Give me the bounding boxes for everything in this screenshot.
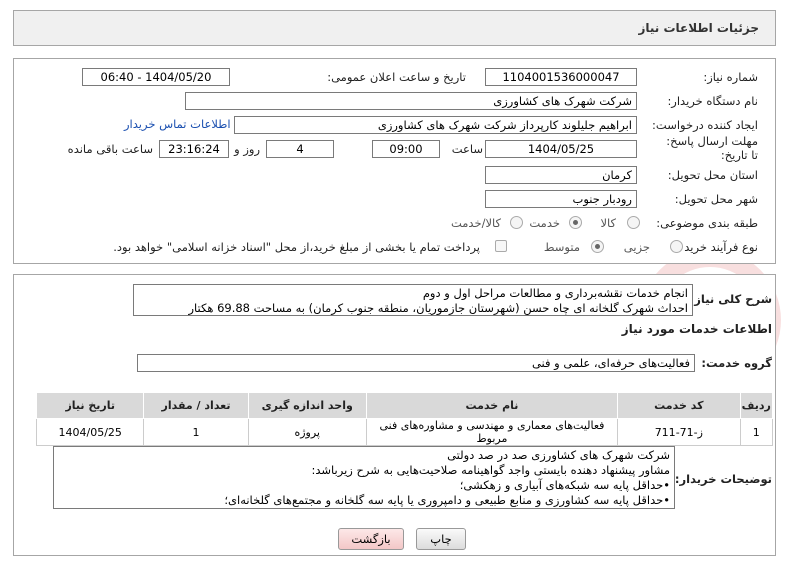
back-button[interactable]: بازگشت xyxy=(338,528,404,550)
buyer-org-label: نام دستگاه خریدار: xyxy=(667,94,758,108)
process-label: نوع فرآیند خرید : xyxy=(676,240,758,254)
header-bar: جزئیات اطلاعات نیاز xyxy=(13,10,776,46)
category-goods-radio[interactable] xyxy=(627,216,640,229)
category-label: طبقه بندی موضوعی: xyxy=(656,216,758,230)
category-service-radio[interactable] xyxy=(569,216,582,229)
category-goods-service-radio[interactable] xyxy=(510,216,523,229)
buyer-notes-line-2: مشاور پیشنهاد دهنده بایستی واجد گواهینام… xyxy=(311,463,670,477)
buyer-notes-textarea[interactable]: شرکت شهرک های کشاورزی صد در صد دولتی مشا… xyxy=(53,446,675,509)
col-header-need-date: تاریخ نیاز xyxy=(35,392,145,419)
summary-textarea[interactable]: انجام خدمات نقشه‌برداری و مطالعات مراحل … xyxy=(133,284,693,316)
category-goods-label: کالا xyxy=(600,216,616,230)
remaining-time-field[interactable]: 23:16:24 xyxy=(159,140,229,158)
creator-field[interactable]: ابراهیم جلیلوند کارپرداز شرکت شهرک های ک… xyxy=(234,116,637,134)
need-number-field[interactable]: 1104001536000047 xyxy=(485,68,637,86)
table-header-row: ردیف کد خدمت نام خدمت واحد اندازه گیری ت… xyxy=(35,392,774,419)
service-group-field[interactable]: فعالیت‌های حرفه‌ای، علمی و فنی xyxy=(137,354,695,372)
cell-unit: پروژه xyxy=(247,418,367,446)
cell-quantity: 1 xyxy=(143,418,249,446)
announce-label: تاریخ و ساعت اعلان عمومی: xyxy=(327,70,466,84)
time-label: ساعت xyxy=(451,142,483,156)
process-partial-radio[interactable] xyxy=(670,240,683,253)
category-service-label: خدمت xyxy=(529,216,560,230)
page: AriaTender جزئیات اطلاعات نیاز شماره نیا… xyxy=(0,0,788,566)
cell-service-code: ز-71-711 xyxy=(617,418,741,446)
remaining-label: ساعت باقی مانده xyxy=(67,142,153,156)
col-header-unit: واحد اندازه گیری xyxy=(247,392,367,419)
city-label: شهر محل تحویل: xyxy=(674,192,758,206)
buyer-notes-line-4: •حداقل پایه سه کشاورزی و منابع طبیعی و د… xyxy=(224,493,670,507)
page-title: جزئیات اطلاعات نیاز xyxy=(638,21,759,35)
col-header-service-code: کد خدمت xyxy=(617,392,741,419)
category-goods-service-label: کالا/خدمت xyxy=(450,216,501,230)
buyer-contact-link[interactable]: اطلاعات تماس خریدار xyxy=(124,117,231,131)
province-field[interactable]: کرمان xyxy=(485,166,637,184)
buyer-org-field[interactable]: شرکت شهرک های کشاورزی xyxy=(185,92,637,110)
col-header-quantity: تعداد / مقدار xyxy=(143,392,249,419)
process-medium-radio[interactable] xyxy=(591,240,604,253)
need-number-label: شماره نیاز: xyxy=(703,70,758,84)
summary-line-1: انجام خدمات نقشه‌برداری و مطالعات مراحل … xyxy=(422,286,688,300)
days-label: روز و xyxy=(234,142,260,156)
payment-text: پرداخت تمام یا بخشی از مبلغ خرید،از محل … xyxy=(113,240,480,254)
table-row[interactable]: 1 ز-71-711 فعالیت‌های معماری و مهندسی و … xyxy=(35,418,774,446)
buyer-notes-line-1: شرکت شهرک های کشاورزی صد در صد دولتی xyxy=(447,448,670,462)
service-group-label: گروه خدمت: xyxy=(701,356,772,370)
cell-service-name: فعالیت‌های معماری و مهندسی و مشاوره‌های … xyxy=(365,418,619,446)
city-field[interactable]: رودبار جنوب xyxy=(485,190,637,208)
print-button[interactable]: چاپ xyxy=(416,528,466,550)
deadline-time-field[interactable]: 09:00 xyxy=(372,140,440,158)
process-partial-label: جزیی xyxy=(623,240,650,254)
payment-checkbox[interactable] xyxy=(495,240,507,252)
province-label: استان محل تحویل: xyxy=(667,168,758,182)
announce-datetime-field[interactable]: 1404/05/20 - 06:40 xyxy=(82,68,230,86)
deadline-date-field[interactable]: 1404/05/25 xyxy=(485,140,637,158)
summary-label: شرح کلی نیاز: xyxy=(689,292,772,306)
services-table: ردیف کد خدمت نام خدمت واحد اندازه گیری ت… xyxy=(35,392,774,446)
summary-line-2: احداث شهرک گلخانه ای چاه حسن (شهرستان جا… xyxy=(188,301,688,315)
col-header-row-num: ردیف xyxy=(739,392,774,419)
creator-label: ایجاد کننده درخواست: xyxy=(652,118,758,132)
col-header-service-name: نام خدمت xyxy=(365,392,619,419)
cell-row-num: 1 xyxy=(739,418,774,446)
buyer-notes-label: توضیحات خریدار: xyxy=(674,472,772,486)
process-medium-label: متوسط xyxy=(543,240,580,254)
services-section-title: اطلاعات خدمات مورد نیاز xyxy=(621,322,772,336)
cell-need-date: 1404/05/25 xyxy=(35,418,145,446)
deadline-label: مهلت ارسال پاسخ: تا تاریخ: xyxy=(666,134,758,162)
days-field[interactable]: 4 xyxy=(266,140,334,158)
buyer-notes-line-3: •حداقل پایه سه شبکه‌های آبیاری و زهکشی؛ xyxy=(459,478,670,492)
